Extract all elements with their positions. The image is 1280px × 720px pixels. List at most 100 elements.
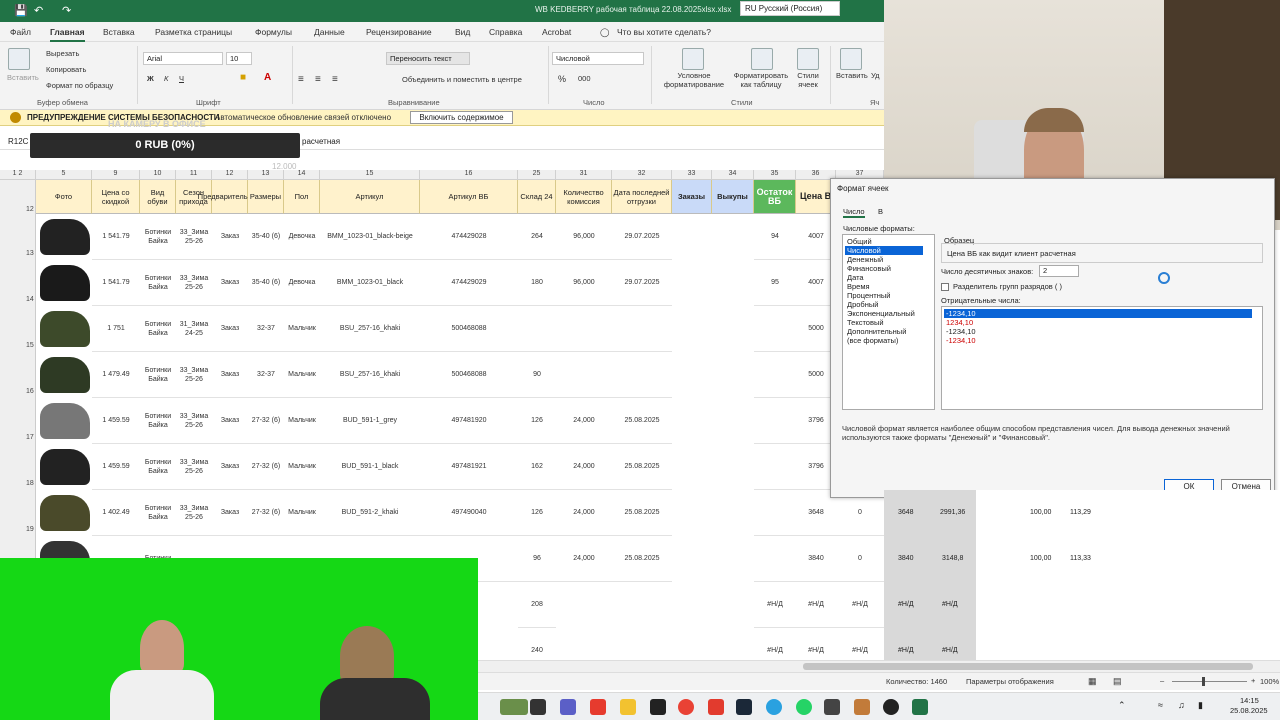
wrap-text-button[interactable]: Переносить текст (386, 52, 470, 65)
category-item[interactable]: Дополнительный (845, 327, 923, 336)
cell-gender[interactable]: Мальчик (284, 444, 320, 490)
format-as-table-icon[interactable] (751, 48, 773, 70)
zoom-slider[interactable] (1172, 681, 1247, 682)
cell-season[interactable]: 33_Зима 25-26 (176, 214, 212, 260)
number-format-select[interactable]: Числовой (552, 52, 644, 65)
tab-data[interactable]: Данные (314, 27, 345, 37)
category-item[interactable]: Экспоненциальный (845, 309, 923, 318)
cell-stock[interactable]: 126 (518, 490, 556, 536)
category-item[interactable]: Текстовый (845, 318, 923, 327)
save-icon[interactable]: 💾 (14, 4, 28, 17)
merge-center-button[interactable]: Объединить и поместить в центре (402, 75, 522, 84)
formula-input[interactable]: расчетная (302, 137, 340, 146)
teams-icon[interactable] (560, 699, 576, 715)
cell-gender[interactable]: Девочка (284, 214, 320, 260)
cell-price[interactable]: 1 751 (92, 306, 140, 352)
cell-date[interactable] (612, 352, 672, 398)
cell-wb[interactable]: 500468088 (420, 352, 518, 398)
cell-art[interactable]: BUD_591-2_khaki (320, 490, 420, 536)
category-item-selected[interactable]: Числовой (845, 246, 923, 255)
separator-checkbox[interactable] (941, 283, 949, 291)
align-center-icon[interactable]: ≡ (315, 74, 321, 85)
cell-art[interactable]: BSU_257-16_khaki (320, 306, 420, 352)
tab-file[interactable]: Файл (10, 27, 31, 37)
widget-icon[interactable] (500, 699, 528, 715)
cell-sizes[interactable]: 32-37 (248, 306, 284, 352)
window-icon[interactable] (530, 699, 546, 715)
cell-qty[interactable]: 24,000 (556, 444, 612, 490)
cell-stock[interactable]: 126 (518, 398, 556, 444)
negative-format-item[interactable]: -1234,10 (944, 327, 1252, 336)
cell-status[interactable]: Заказ (212, 398, 248, 444)
cell-status[interactable]: Заказ (212, 306, 248, 352)
cell-art[interactable]: BSU_257-16_khaki (320, 352, 420, 398)
cell-ost[interactable]: 94 (754, 214, 796, 260)
cell-ost[interactable]: 95 (754, 260, 796, 306)
cell-price[interactable]: 1 541.79 (92, 260, 140, 306)
obs-icon[interactable] (883, 699, 899, 715)
cell-wb[interactable]: 497481921 (420, 444, 518, 490)
delete-cells-button[interactable]: Уд (871, 71, 880, 80)
row-number[interactable]: 17 (0, 398, 36, 444)
steam-icon[interactable] (736, 699, 752, 715)
category-item[interactable]: Денежный (845, 255, 923, 264)
cell-status[interactable]: Заказ (212, 444, 248, 490)
category-list[interactable]: Общий Числовой Денежный Финансовый Дата … (842, 234, 935, 410)
align-right-icon[interactable]: ≡ (332, 74, 338, 85)
cell[interactable]: #Н/Д (836, 582, 884, 628)
cell[interactable]: #Н/Д (796, 582, 836, 628)
cell-value[interactable]: #Н/Д (942, 601, 958, 608)
row-number[interactable]: 15 (0, 306, 36, 352)
category-item[interactable]: Время (845, 282, 923, 291)
battery-icon[interactable]: ▮ (1198, 700, 1203, 711)
align-left-icon[interactable]: ≡ (298, 74, 304, 85)
zoom-in-icon[interactable]: + (1251, 676, 1255, 685)
column-header[interactable]: 5 (36, 170, 92, 180)
tab-number[interactable]: Число (843, 207, 865, 218)
tab-help[interactable]: Справка (489, 27, 522, 37)
cell-art[interactable]: BMM_1023-01_black-beige (320, 214, 420, 260)
cell-date[interactable]: 25.08.2025 (612, 444, 672, 490)
cell[interactable]: #Н/Д (754, 582, 796, 628)
chrome-icon[interactable] (678, 699, 694, 715)
cell-season[interactable]: 33_Зима 25-26 (176, 352, 212, 398)
row-number[interactable]: 18 (0, 444, 36, 490)
cell-wb[interactable]: 500468088 (420, 306, 518, 352)
cell-price[interactable]: 1 459.59 (92, 398, 140, 444)
page-layout-icon[interactable]: ▤ (1113, 676, 1122, 687)
cell-gender[interactable]: Девочка (284, 260, 320, 306)
name-box[interactable]: R12C (8, 137, 28, 146)
zoom-level[interactable]: 100% (1260, 677, 1279, 686)
cell-sizes[interactable]: 35-40 (6) (248, 214, 284, 260)
column-header[interactable]: 13 (248, 170, 284, 180)
cell[interactable]: 208 (518, 582, 556, 628)
font-size-select[interactable]: 10 (226, 52, 252, 65)
cell-gender[interactable]: Мальчик (284, 490, 320, 536)
row-number[interactable]: 12 (0, 180, 36, 214)
category-item[interactable]: Общий (845, 237, 923, 246)
category-item[interactable]: Дата (845, 273, 923, 282)
display-settings-button[interactable]: Параметры отображения (966, 677, 1054, 686)
clock-date[interactable]: 25.08.2025 (1230, 706, 1268, 715)
cell-sizes[interactable]: 27-32 (6) (248, 444, 284, 490)
cell-price[interactable]: 1 459.59 (92, 444, 140, 490)
format-as-table-button[interactable]: Форматировать как таблицу (730, 71, 792, 89)
insert-cells-button[interactable]: Вставить (836, 71, 868, 80)
tab-review[interactable]: Рецензирование (366, 27, 432, 37)
decimals-spinner[interactable]: 2 (1039, 265, 1079, 277)
category-item[interactable]: Финансовый (845, 264, 923, 273)
app-icon[interactable] (854, 699, 870, 715)
normal-view-icon[interactable]: ▦ (1088, 676, 1097, 687)
cell-type[interactable]: Ботинки Байка (140, 214, 176, 260)
column-header[interactable]: 32 (612, 170, 672, 180)
cell-qty[interactable] (556, 352, 612, 398)
cell-stock[interactable] (518, 306, 556, 352)
excel-icon[interactable] (912, 699, 928, 715)
cell-value[interactable]: #Н/Д (898, 601, 914, 608)
zoom-out-icon[interactable]: – (1160, 676, 1164, 685)
cell-art[interactable]: BUD_591-1_grey (320, 398, 420, 444)
cell-qty[interactable]: 24,000 (556, 536, 612, 582)
cell-date[interactable]: 25.08.2025 (612, 536, 672, 582)
cell-ost[interactable] (754, 306, 796, 352)
cell-value[interactable]: 100,00 (1030, 509, 1051, 516)
